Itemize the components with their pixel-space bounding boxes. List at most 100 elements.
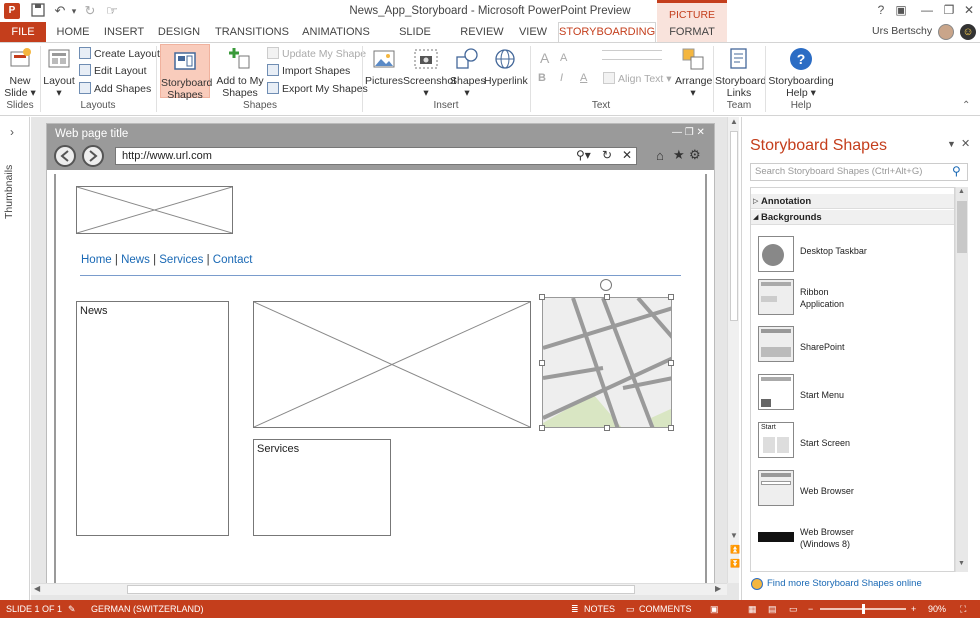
align-text-button[interactable]: Align Text ▾ (603, 71, 672, 87)
minimize-icon[interactable]: — (918, 3, 936, 19)
export-my-shapes-button[interactable]: Export My Shapes (267, 81, 368, 97)
rotate-handle-icon[interactable] (600, 279, 612, 291)
import-shapes-button[interactable]: Import Shapes (267, 63, 350, 79)
horizontal-scrollbar[interactable]: ◀ ▶ (31, 583, 727, 595)
tab-review[interactable]: REVIEW (458, 22, 506, 42)
help-icon[interactable]: ? (872, 3, 890, 19)
spellcheck-icon[interactable]: ✎ (68, 600, 76, 618)
tab-animations[interactable]: ANIMATIONS (300, 22, 372, 42)
scroll-up-icon[interactable]: ▲ (730, 117, 738, 126)
zoom-slider[interactable] (820, 604, 906, 614)
tab-storyboarding[interactable]: STORYBOARDING (558, 22, 656, 43)
reading-view-icon[interactable]: ▤ (768, 600, 777, 618)
ribbon-application-thumb[interactable] (758, 279, 794, 315)
tab-format[interactable]: FORMAT (657, 22, 727, 42)
pictures-button[interactable]: Pictures (365, 46, 403, 87)
news-box[interactable]: News (76, 301, 229, 536)
font-color-icon[interactable]: A (580, 72, 587, 84)
zoom-in-icon[interactable]: + (911, 600, 916, 618)
create-layout-button[interactable]: Create Layout (79, 46, 160, 62)
vertical-scrollbar[interactable]: ▲ ⏫ ⏬ ▼ (727, 117, 740, 583)
thumbnails-pane[interactable]: › Thumbnails (0, 117, 30, 600)
map-picture[interactable] (542, 297, 672, 428)
fit-slide-icon[interactable]: ⛶ (960, 600, 966, 618)
add-to-my-shapes-button[interactable]: Add to My Shapes (214, 46, 266, 99)
sharepoint-thumb[interactable] (758, 326, 794, 362)
shape-list-scrollbar[interactable]: ▲ ▼ (955, 187, 968, 572)
italic-icon[interactable]: I (560, 72, 563, 84)
thumbnails-expand-icon[interactable]: › (10, 125, 14, 139)
start-screen-thumb[interactable]: Start (758, 422, 794, 458)
category-backgrounds[interactable]: ◢ Backgrounds (751, 210, 954, 225)
desktop-taskbar-thumb[interactable] (758, 236, 794, 272)
tab-design[interactable]: DESIGN (154, 22, 204, 42)
nav-link-news[interactable]: News (121, 254, 150, 266)
storyboard-links-button[interactable]: Storyboard Links (715, 46, 766, 99)
slide-counter[interactable]: SLIDE 1 OF 1 (6, 600, 62, 618)
language-indicator[interactable]: GERMAN (SWITZERLAND) (91, 600, 204, 618)
tab-file[interactable]: FILE (0, 22, 46, 42)
smiley-icon[interactable]: ☺ (960, 24, 976, 40)
tab-transitions[interactable]: TRANSITIONS (214, 22, 290, 42)
pane-close-icon[interactable]: ✕ (961, 137, 970, 150)
avatar[interactable] (938, 24, 954, 40)
horizontal-scroll-thumb[interactable] (127, 585, 635, 594)
scroll-right-icon[interactable]: ▶ (715, 584, 721, 593)
shape-list-scroll-up-icon[interactable]: ▲ (958, 188, 965, 195)
align-icon[interactable] (602, 50, 662, 60)
nav-link-contact[interactable]: Contact (213, 254, 253, 266)
selection-handle[interactable] (539, 425, 545, 431)
shapes-button[interactable]: Shapes ▾ (450, 46, 486, 99)
slideshow-icon[interactable]: ▭ (789, 600, 798, 618)
next-slide-icon[interactable]: ⏬ (730, 559, 740, 568)
selection-handle[interactable] (668, 294, 674, 300)
slide-sorter-icon[interactable]: ▦ (748, 600, 757, 618)
shape-list-scroll-down-icon[interactable]: ▼ (958, 560, 965, 567)
ribbon-display-options-icon[interactable]: ▣ (892, 3, 910, 19)
start-menu-thumb[interactable] (758, 374, 794, 410)
shape-list-scroll-thumb[interactable] (957, 201, 967, 253)
zoom-out-icon[interactable]: − (808, 600, 813, 618)
scroll-left-icon[interactable]: ◀ (34, 584, 40, 593)
restore-icon[interactable]: ❐ (940, 3, 958, 19)
edit-layout-button[interactable]: Edit Layout (79, 63, 147, 79)
web-browser-thumb[interactable] (758, 470, 794, 506)
pane-options-icon[interactable]: ▼ (947, 139, 956, 149)
screenshot-button[interactable]: Screenshot ▾ (403, 46, 456, 99)
services-box[interactable]: Services (253, 439, 391, 536)
hyperlink-button[interactable]: Hyperlink (484, 46, 528, 87)
tab-insert[interactable]: INSERT (102, 22, 146, 42)
nav-link-home[interactable]: Home (81, 254, 112, 266)
shape-search-input[interactable]: Search Storyboard Shapes (Ctrl+Alt+G) (750, 163, 968, 181)
storyboard-shapes-button[interactable]: Storyboard Shapes (160, 44, 212, 101)
tab-slide-show[interactable]: SLIDE SHOW (382, 22, 448, 58)
selection-handle[interactable] (668, 425, 674, 431)
normal-view-icon[interactable]: ▣ (710, 600, 719, 618)
zoom-slider-thumb[interactable] (862, 604, 865, 614)
new-slide-button[interactable]: New Slide ▾ (2, 46, 38, 99)
web-browser-win8-thumb[interactable] (758, 532, 794, 542)
font-grow-icon[interactable]: A (540, 50, 549, 66)
selection-handle[interactable] (604, 294, 610, 300)
vertical-scroll-thumb[interactable] (730, 131, 738, 321)
selection-handle[interactable] (539, 294, 545, 300)
collapse-ribbon-icon[interactable]: ⌃ (962, 100, 970, 111)
add-shapes-button[interactable]: Add Shapes (79, 81, 151, 97)
zoom-level[interactable]: 90% (928, 600, 946, 618)
comments-button[interactable]: COMMENTS (639, 600, 692, 618)
find-more-link[interactable]: Find more Storyboard Shapes online (767, 578, 922, 589)
logo-placeholder[interactable] (76, 186, 233, 234)
category-annotation[interactable]: ▷ Annotation (751, 194, 954, 209)
scroll-down-icon[interactable]: ▼ (730, 531, 738, 540)
selection-handle[interactable] (668, 360, 674, 366)
selection-handle[interactable] (539, 360, 545, 366)
nav-link-services[interactable]: Services (159, 254, 203, 266)
user-name[interactable]: Urs Bertschy (872, 25, 932, 37)
image-placeholder[interactable] (253, 301, 531, 428)
tab-home[interactable]: HOME (52, 22, 94, 42)
arrange-button[interactable]: Arrange ▾ (675, 46, 712, 99)
update-my-shape-button[interactable]: Update My Shape (267, 46, 366, 62)
tab-view[interactable]: VIEW (514, 22, 552, 42)
prev-slide-icon[interactable]: ⏫ (730, 545, 740, 554)
selection-handle[interactable] (604, 425, 610, 431)
